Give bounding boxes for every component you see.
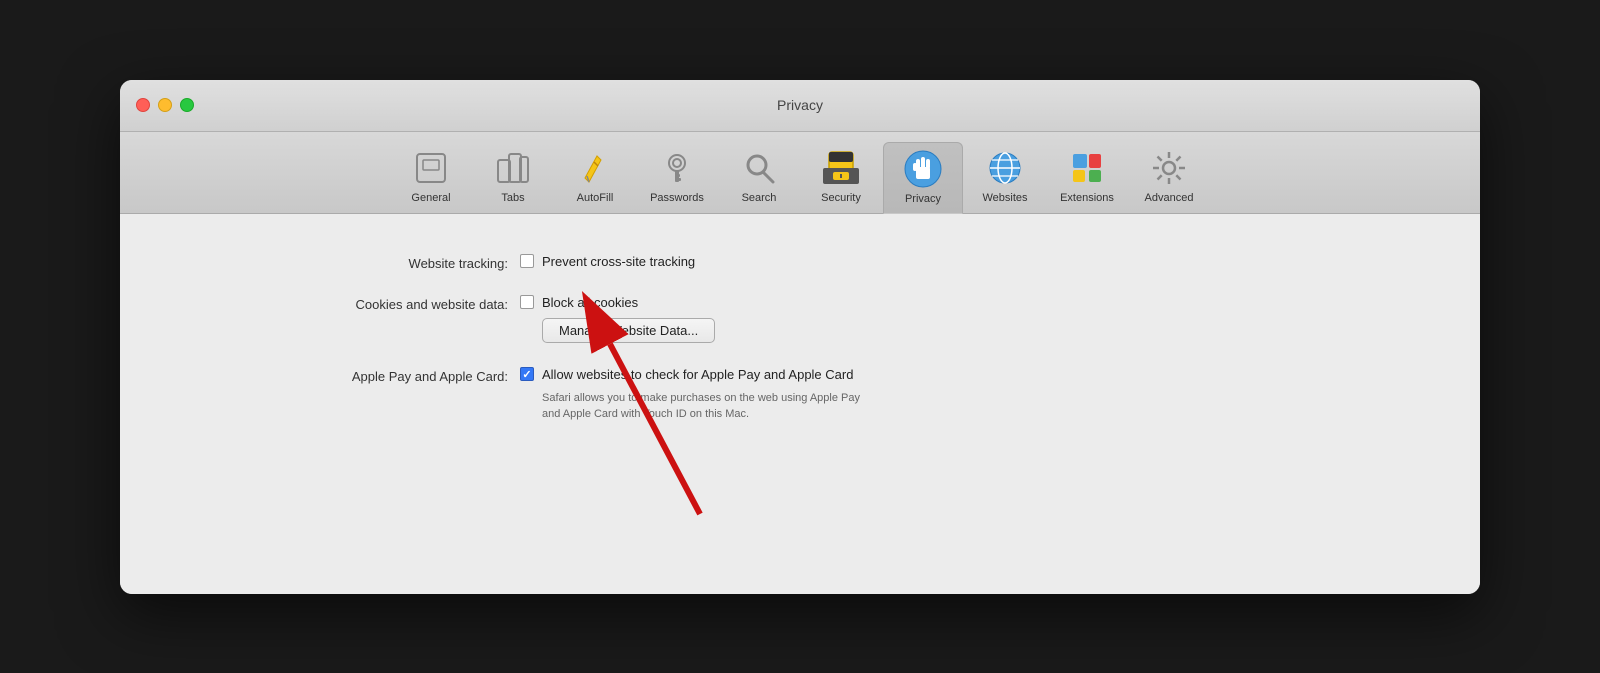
apple-pay-checkbox[interactable] [520, 367, 534, 381]
extensions-label: Extensions [1060, 192, 1114, 204]
prevent-tracking-checkbox[interactable] [520, 254, 534, 268]
cookies-control: Block all cookies Manage Website Data... [520, 295, 715, 343]
tab-tabs[interactable]: Tabs [473, 142, 553, 213]
titlebar: Privacy [120, 80, 1480, 132]
close-button[interactable] [136, 98, 150, 112]
apple-pay-checkbox-label: Allow websites to check for Apple Pay an… [542, 367, 853, 382]
cookies-row: Cookies and website data: Block all cook… [180, 295, 1420, 343]
manage-data-button-row: Manage Website Data... [542, 318, 715, 343]
website-tracking-row: Website tracking: Prevent cross-site tra… [180, 254, 1420, 271]
privacy-icon [903, 149, 943, 189]
content: Website tracking: Prevent cross-site tra… [120, 214, 1480, 594]
apple-pay-row: Apple Pay and Apple Card: Allow websites… [180, 367, 1420, 423]
passwords-icon [657, 148, 697, 188]
privacy-label: Privacy [905, 193, 941, 205]
advanced-label: Advanced [1145, 192, 1194, 204]
toolbar: General Tabs Auto [120, 132, 1480, 214]
block-cookies-row: Block all cookies [520, 295, 715, 310]
traffic-lights [136, 98, 194, 112]
manage-website-data-button[interactable]: Manage Website Data... [542, 318, 715, 343]
search-label: Search [742, 192, 777, 204]
block-cookies-label: Block all cookies [542, 295, 638, 310]
autofill-label: AutoFill [577, 192, 614, 204]
cookies-label: Cookies and website data: [180, 295, 520, 312]
website-tracking-label: Website tracking: [180, 254, 520, 271]
tab-passwords[interactable]: Passwords [637, 142, 717, 213]
security-label: Security [821, 192, 861, 204]
tab-search[interactable]: Search [719, 142, 799, 213]
tab-autofill[interactable]: AutoFill [555, 142, 635, 213]
tabs-icon [493, 148, 533, 188]
tab-advanced[interactable]: Advanced [1129, 142, 1209, 213]
tab-privacy[interactable]: Privacy [883, 142, 963, 214]
tab-general[interactable]: General [391, 142, 471, 213]
tab-security[interactable]: Security [801, 142, 881, 213]
security-icon [821, 148, 861, 188]
general-label: General [411, 192, 450, 204]
content-area: Website tracking: Prevent cross-site tra… [120, 214, 1480, 594]
extensions-icon [1067, 148, 1107, 188]
tab-websites[interactable]: Websites [965, 142, 1045, 213]
websites-label: Websites [982, 192, 1027, 204]
autofill-icon [575, 148, 615, 188]
maximize-button[interactable] [180, 98, 194, 112]
websites-icon [985, 148, 1025, 188]
apple-pay-control: Allow websites to check for Apple Pay an… [520, 367, 860, 423]
website-tracking-control: Prevent cross-site tracking [520, 254, 695, 269]
advanced-icon [1149, 148, 1189, 188]
tabs-label: Tabs [501, 192, 524, 204]
apple-pay-description: Safari allows you to make purchases on t… [542, 390, 860, 423]
prevent-tracking-label: Prevent cross-site tracking [542, 254, 695, 269]
tab-extensions[interactable]: Extensions [1047, 142, 1127, 213]
general-icon [411, 148, 451, 188]
apple-pay-checkbox-row: Allow websites to check for Apple Pay an… [520, 367, 860, 382]
block-cookies-checkbox[interactable] [520, 295, 534, 309]
passwords-label: Passwords [650, 192, 704, 204]
window-title: Privacy [777, 97, 823, 113]
prevent-tracking-row: Prevent cross-site tracking [520, 254, 695, 269]
apple-pay-label: Apple Pay and Apple Card: [180, 367, 520, 384]
safari-preferences-window: Privacy General Tabs [120, 80, 1480, 594]
minimize-button[interactable] [158, 98, 172, 112]
search-icon [739, 148, 779, 188]
